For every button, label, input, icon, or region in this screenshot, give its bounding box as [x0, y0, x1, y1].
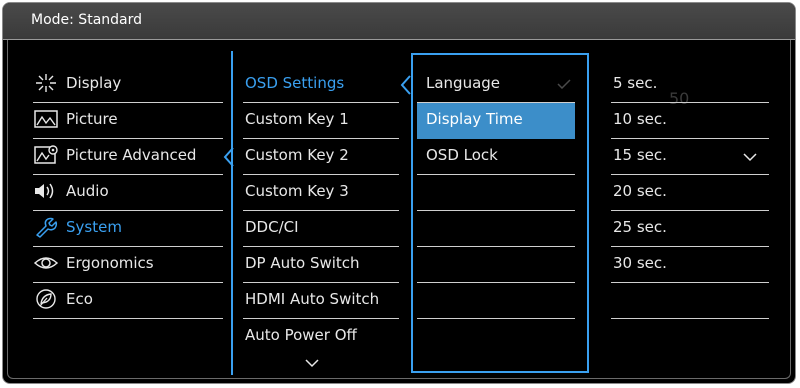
main-menu-item-ergonomics[interactable]: Ergonomics: [33, 247, 223, 283]
main-menu-label: Eco: [66, 290, 93, 308]
main-menu-label: Display: [66, 74, 122, 92]
system-item-label: Auto Power Off: [245, 326, 357, 344]
option-label: 15 sec.: [613, 146, 667, 164]
system-item-label: DDC/CI: [245, 218, 299, 236]
main-menu-label: Audio: [66, 182, 109, 200]
osd-item-empty: [417, 247, 575, 283]
system-item-label: OSD Settings: [245, 74, 345, 92]
chevron-left-icon: [400, 75, 411, 95]
mode-title: Mode: Standard: [31, 12, 143, 28]
system-item-auto-power-off[interactable]: Auto Power Off: [243, 319, 399, 355]
picture-icon: [33, 108, 59, 130]
osd-item-display-time[interactable]: Display Time: [417, 103, 575, 139]
checkmark-icon: [557, 79, 571, 89]
system-item-label: HDMI Auto Switch: [245, 290, 380, 308]
option-25-sec[interactable]: 25 sec.: [611, 211, 769, 247]
option-15-sec[interactable]: 15 sec.: [611, 139, 769, 175]
system-item-ddc-ci[interactable]: DDC/CI: [243, 211, 399, 247]
leaf-icon: [33, 288, 59, 310]
option-label: 25 sec.: [613, 218, 667, 236]
system-item-dp-auto-switch[interactable]: DP Auto Switch: [243, 247, 399, 283]
osd-item-empty: [417, 283, 575, 319]
system-item-label: Custom Key 1: [245, 110, 349, 128]
main-menu-item-picture[interactable]: Picture: [33, 103, 223, 139]
system-item-label: Custom Key 2: [245, 146, 349, 164]
osd-item-language[interactable]: Language: [417, 67, 575, 103]
option-label: 20 sec.: [613, 182, 667, 200]
picture-advanced-icon: [33, 144, 59, 166]
system-wrench-icon: [33, 216, 59, 238]
checkmark-icon: [743, 153, 757, 162]
osd-item-label: Language: [426, 74, 501, 92]
option-20-sec[interactable]: 20 sec.: [611, 175, 769, 211]
audio-icon: [33, 180, 59, 202]
main-menu-label: Picture Advanced: [66, 146, 197, 164]
option-empty: [611, 283, 769, 319]
osd-header: Mode: Standard: [3, 3, 795, 40]
osd-item-osd-lock[interactable]: OSD Lock: [417, 139, 575, 175]
system-item-hdmi-auto-switch[interactable]: HDMI Auto Switch: [243, 283, 399, 319]
main-menu-label: Picture: [66, 110, 118, 128]
osd-item-label: OSD Lock: [426, 146, 498, 164]
main-menu-item-display[interactable]: Display: [33, 67, 223, 103]
main-menu-item-system[interactable]: System: [33, 211, 223, 247]
chevron-down-icon[interactable]: [305, 359, 319, 368]
main-menu-item-eco[interactable]: Eco: [33, 283, 223, 319]
chevron-left-icon: [223, 147, 234, 167]
option-label: 30 sec.: [613, 254, 667, 272]
option-30-sec[interactable]: 30 sec.: [611, 247, 769, 283]
osd-item-label: Display Time: [426, 110, 523, 128]
option-label: 5 sec.: [613, 74, 658, 92]
system-item-custom-key-2[interactable]: Custom Key 2: [243, 139, 399, 175]
menu-divider-1: [231, 51, 233, 375]
osd-window: Mode: Standard Display Picture Picture A…: [2, 2, 796, 384]
main-menu-item-picture-advanced[interactable]: Picture Advanced: [33, 139, 223, 175]
option-5-sec[interactable]: 5 sec.: [611, 67, 769, 103]
main-menu-item-audio[interactable]: Audio: [33, 175, 223, 211]
display-icon: [33, 72, 59, 94]
option-10-sec[interactable]: 10 sec.: [611, 103, 769, 139]
main-menu-label: Ergonomics: [66, 254, 154, 272]
system-item-label: Custom Key 3: [245, 182, 349, 200]
eye-icon: [33, 252, 59, 274]
main-menu-label: System: [66, 218, 122, 236]
osd-item-empty: [417, 211, 575, 247]
option-label: 10 sec.: [613, 110, 667, 128]
system-item-osd-settings[interactable]: OSD Settings: [243, 67, 399, 103]
system-item-label: DP Auto Switch: [245, 254, 360, 272]
osd-item-empty: [417, 175, 575, 211]
system-item-custom-key-1[interactable]: Custom Key 1: [243, 103, 399, 139]
system-item-custom-key-3[interactable]: Custom Key 3: [243, 175, 399, 211]
